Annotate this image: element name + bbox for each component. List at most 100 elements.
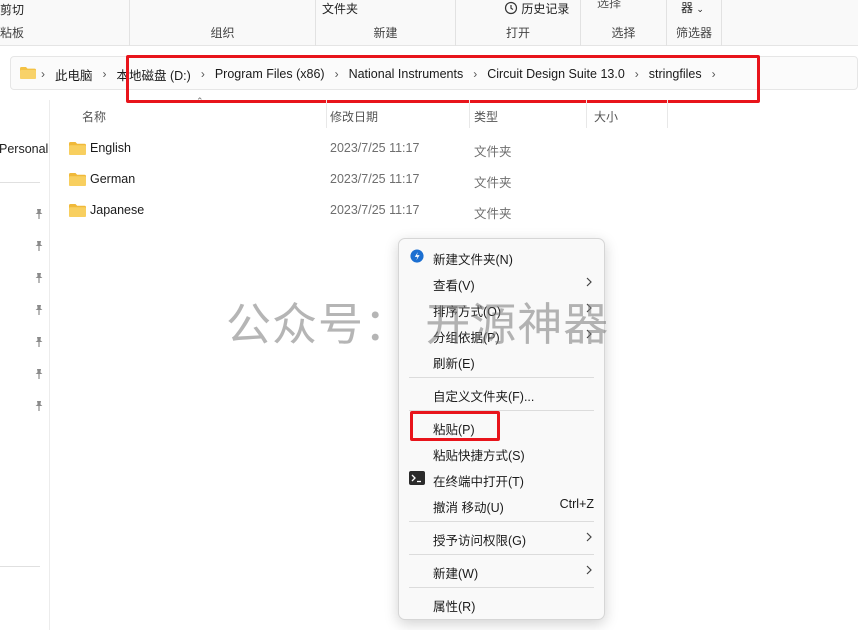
history-button[interactable]: 历史记录 [504,0,569,17]
menu-item-new[interactable]: 新建(W) [399,557,604,583]
ribbon-group-filter: 器 ⌄ 筛选器 [667,0,722,46]
menu-label: 撤消 移动(U) [433,501,504,515]
address-bar[interactable]: › 此电脑 › 本地磁盘 (D:) › Program Files (x86) … [10,56,858,90]
chevron-right-icon [586,303,592,313]
pin-icon[interactable] [33,208,45,220]
menu-separator [409,587,594,588]
chevron-right-icon: › [473,67,478,81]
file-type: 文件夹 [474,145,512,159]
menu-label: 自定义文件夹(F)... [433,390,535,404]
breadcrumb-national-instruments[interactable]: National Instruments [349,67,464,81]
file-modified: 2023/7/25 11:17 [330,141,420,155]
ribbon-group-open: 历史记录 打开 [456,0,581,46]
menu-item-new-folder[interactable]: 新建文件夹(N) [399,243,604,269]
ribbon-group-select: 选择 选择 [581,0,667,46]
file-row[interactable]: German 2023/7/25 11:17 文件夹 [60,165,620,193]
new-group-label: 新建 [373,26,398,40]
menu-item-paste[interactable]: 粘贴(P) [399,413,604,439]
chevron-right-icon [586,329,592,339]
chevron-right-icon [586,277,592,287]
column-name-label: 名称 [82,110,107,124]
pin-icon[interactable] [33,272,45,284]
ribbon: 剪切 粘板 组织 文件夹 新建 历史记录 打开 选择 选择 器 ⌄ 筛选器 [0,0,858,46]
column-header-size[interactable]: 大小 [587,100,667,128]
sort-arrow-icon: ⌃ [196,96,204,106]
menu-label: 粘贴(P) [433,423,475,437]
pin-icon[interactable] [33,400,45,412]
folder-icon [69,142,86,155]
file-type: 文件夹 [474,207,512,221]
chevron-right-icon: › [634,67,639,81]
menu-separator [409,554,594,555]
pin-icon[interactable] [33,336,45,348]
menu-item-grant-access[interactable]: 授予访问权限(G) [399,524,604,550]
terminal-icon [409,471,425,485]
filter-group-label: 筛选器 [675,26,712,40]
filter-label: 器 [681,1,694,15]
menu-label: 排序方式(O) [433,305,502,319]
chevron-down-icon: ⌄ [696,4,704,14]
nav-item-personal[interactable]: Personal [0,142,48,156]
column-divider[interactable] [667,100,668,128]
file-row[interactable]: English 2023/7/25 11:17 文件夹 [60,134,620,162]
pin-icon[interactable] [33,368,45,380]
menu-label: 查看(V) [433,279,475,293]
folder-icon [20,67,36,79]
menu-label: 刷新(E) [433,357,475,371]
chevron-right-icon: › [41,67,45,81]
pin-icon[interactable] [33,240,45,252]
select-all-button[interactable]: 选择 [597,0,621,11]
new-folder-ribbon-button[interactable]: 文件夹 [322,0,358,17]
menu-item-refresh[interactable]: 刷新(E) [399,347,604,373]
menu-item-view[interactable]: 查看(V) [399,269,604,295]
column-size-label: 大小 [594,110,619,124]
menu-item-customize-folder[interactable]: 自定义文件夹(F)... [399,380,604,406]
navigation-pane: Personal [0,100,50,630]
chevron-right-icon [586,532,592,542]
pin-icon[interactable] [33,304,45,316]
column-header-name[interactable]: 名称 ⌃ [60,96,326,128]
column-type-label: 类型 [474,110,499,124]
menu-item-sort[interactable]: 排序方式(O) [399,295,604,321]
menu-item-properties[interactable]: 属性(R) [399,590,604,616]
new-folder-icon [410,249,424,263]
column-header-modified[interactable]: 修改日期 [327,100,469,128]
folder-icon [69,173,86,186]
select-group-label: 选择 [611,26,636,40]
chevron-right-icon [586,565,592,575]
file-row[interactable]: Japanese 2023/7/25 11:17 文件夹 [60,196,620,224]
breadcrumb-this-pc[interactable]: 此电脑 [55,65,93,84]
file-name: German [90,172,136,186]
cut-button[interactable]: 剪切 [0,1,24,18]
nav-divider [0,566,40,567]
column-modified-label: 修改日期 [330,110,379,124]
menu-label: 粘贴快捷方式(S) [433,449,525,463]
menu-item-paste-shortcut[interactable]: 粘贴快捷方式(S) [399,439,604,465]
keyboard-shortcut: Ctrl+Z [559,497,594,511]
breadcrumb-circuit-design-suite[interactable]: Circuit Design Suite 13.0 [487,67,625,81]
folder-icon [69,204,86,217]
file-type: 文件夹 [474,176,512,190]
context-menu: 新建文件夹(N) 查看(V) 排序方式(O) 分组依据(P) 刷新(E) 自定义… [398,238,605,620]
open-group-label: 打开 [505,26,530,40]
organize-group-label: 组织 [210,26,235,40]
chevron-right-icon[interactable]: › [712,67,716,81]
filter-button[interactable]: 器 ⌄ [681,0,704,16]
file-name: Japanese [90,203,145,217]
breadcrumb-program-files[interactable]: Program Files (x86) [215,67,325,81]
menu-separator [409,410,594,411]
menu-label: 新建文件夹(N) [433,253,513,267]
menu-item-open-in-terminal[interactable]: 在终端中打开(T) [399,465,604,491]
menu-label: 属性(R) [433,600,476,614]
nav-divider [0,182,40,183]
menu-item-undo-move[interactable]: 撤消 移动(U) Ctrl+Z [399,491,604,517]
column-header-type[interactable]: 类型 [470,100,586,128]
breadcrumb-drive-d[interactable]: 本地磁盘 (D:) [117,65,191,84]
chevron-right-icon: › [334,67,339,81]
breadcrumb: › 此电脑 › 本地磁盘 (D:) › Program Files (x86) … [41,57,726,91]
menu-label: 在终端中打开(T) [433,475,524,489]
menu-item-group-by[interactable]: 分组依据(P) [399,321,604,347]
breadcrumb-stringfiles[interactable]: stringfiles [649,67,702,81]
history-label: 历史记录 [521,2,570,16]
menu-label: 新建(W) [433,567,479,581]
